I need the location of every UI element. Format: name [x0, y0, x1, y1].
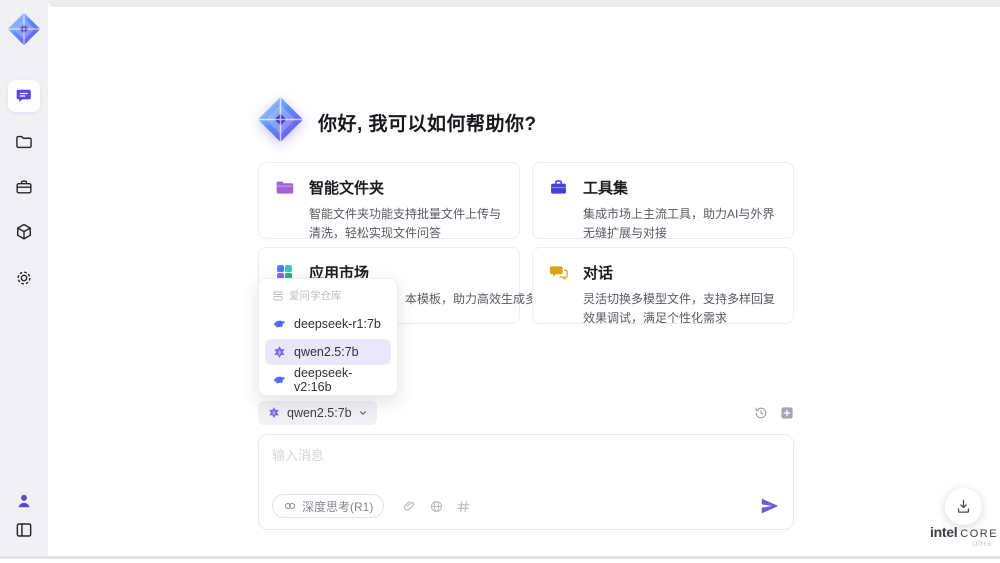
card-conversation[interactable]: 对话 灵活切换多模型文件，支持多样回复效果调试，满足个性化需求	[532, 247, 794, 325]
card-title: 对话	[583, 264, 614, 282]
user-icon	[18, 494, 30, 508]
card-title: 工具集	[583, 179, 629, 197]
sidebar-item-models[interactable]	[8, 216, 40, 248]
sidebar-item-panel-toggle[interactable]	[8, 514, 40, 546]
page-title: 你好, 我可以如何帮助你?	[318, 114, 537, 135]
send-icon[interactable]	[759, 495, 781, 517]
sidebar-item-account[interactable]	[8, 485, 40, 517]
model-source-label: 爱问学仓库	[265, 288, 391, 309]
deep-think-icon	[285, 503, 295, 509]
card-description: 灵活切换多模型文件，支持多样回复效果调试，满足个性化需求	[583, 292, 776, 325]
sidebar-item-folders[interactable]	[8, 126, 40, 158]
conversation-icon	[547, 261, 569, 283]
deepseek-icon	[272, 373, 287, 388]
qwen-icon	[267, 406, 281, 420]
chevron-down-icon	[359, 411, 366, 415]
card-toolset[interactable]: 工具集 集成市场上主流工具，助力AI与外界无缝扩展与对接	[532, 162, 794, 240]
cube-icon	[17, 223, 31, 240]
message-input[interactable]	[272, 445, 752, 483]
model-option-qwen[interactable]: qwen2.5:7b	[265, 339, 391, 365]
model-option-deepseek-r1[interactable]: deepseek-r1:7b	[265, 311, 391, 337]
globe-icon[interactable]	[429, 499, 444, 514]
selected-model-label: qwen2.5:7b	[287, 406, 352, 420]
download-icon	[957, 499, 970, 513]
card-description-fragment: 本模板，助力高效生成多	[405, 292, 538, 306]
deepseek-icon	[272, 317, 287, 332]
greeting-logo-icon	[257, 96, 304, 143]
app-logo-icon	[3, 8, 45, 50]
smart-folder-icon	[273, 176, 295, 198]
model-dropdown-menu: 爱问学仓库 deepseek-r1:7b qwen2.5:7b deepseek…	[258, 278, 398, 396]
download-button[interactable]	[945, 488, 982, 525]
attachment-icon[interactable]	[402, 499, 417, 514]
intel-core-logo: intel CORE Ultra	[930, 524, 999, 548]
deep-think-toggle[interactable]: 深度思考(R1)	[272, 494, 385, 518]
card-description: 智能文件夹功能支持批量文件上传与清洗，轻松实现文件问答	[309, 207, 502, 240]
sidebar-item-chat[interactable]	[8, 80, 40, 112]
model-option-deepseek-v2[interactable]: deepseek-v2:16b	[265, 366, 391, 394]
toolset-icon	[547, 176, 569, 198]
window-bottom-edge	[0, 556, 1000, 559]
hash-icon[interactable]	[456, 499, 471, 514]
card-description: 集成市场上主流工具，助力AI与外界无缝扩展与对接	[583, 207, 775, 240]
model-selector[interactable]: qwen2.5:7b	[258, 401, 377, 425]
window-top-edge	[48, 0, 1000, 7]
chat-icon	[16, 89, 31, 102]
panel-icon	[16, 523, 32, 537]
app-window: 你好, 我可以如何帮助你? 智能文件夹 智能文件夹功能支持批量文件上传与清洗，轻…	[0, 0, 1000, 563]
history-icon[interactable]	[753, 405, 769, 421]
repo-icon	[273, 291, 283, 300]
folder-icon	[16, 135, 32, 149]
card-smart-folder[interactable]: 智能文件夹 智能文件夹功能支持批量文件上传与清洗，轻松实现文件问答	[258, 162, 520, 240]
sidebar-item-settings[interactable]	[8, 262, 40, 294]
card-title: 智能文件夹	[309, 179, 385, 197]
sidebar-item-toolbox[interactable]	[8, 171, 40, 203]
gear-icon	[17, 271, 31, 285]
briefcase-icon	[16, 180, 32, 194]
sidebar	[0, 0, 48, 556]
new-chat-icon[interactable]	[779, 405, 795, 421]
qwen-icon	[272, 345, 287, 360]
chat-input-panel: 深度思考(R1)	[258, 434, 794, 530]
